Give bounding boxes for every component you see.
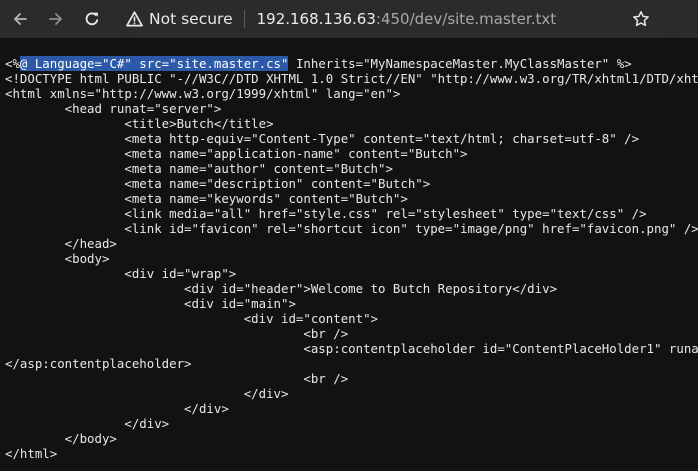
source-line: <!DOCTYPE html PUBLIC "-//W3C//DTD XHTML… (5, 71, 698, 86)
source-text: <%@ Language="C#" src="site.master.cs" I… (0, 38, 698, 461)
source-line: <div id="content"> (5, 311, 378, 326)
source-line: <title>Butch</title> (5, 116, 274, 131)
source-line: <head runat="server"> (5, 101, 222, 116)
source-line: <meta name="keywords" content="Butch"> (5, 191, 408, 206)
source-line: <br /> (5, 326, 349, 341)
source-line: <meta http-equiv="Content-Type" content=… (5, 131, 640, 146)
address-bar[interactable]: Not secure 192.168.136.63:450/dev/site.m… (116, 5, 684, 33)
selected-text: @ Language="C#" src="site.master.cs" (19, 56, 289, 71)
url-text[interactable]: 192.168.136.63:450/dev/site.master.txt (257, 10, 557, 28)
reload-icon (85, 12, 99, 26)
source-line: <body> (5, 251, 110, 266)
forward-button[interactable] (45, 8, 67, 30)
source-line: <div id="wrap"> (5, 266, 237, 281)
source-line: <link media="all" href="style.css" rel="… (5, 206, 647, 221)
divider (243, 10, 245, 28)
source-line: <meta name="author" content="Butch"> (5, 161, 393, 176)
arrow-left-icon (14, 13, 27, 25)
source-line: <meta name="application-name" content="B… (5, 146, 468, 161)
browser-toolbar: Not secure 192.168.136.63:450/dev/site.m… (0, 0, 698, 38)
source-line: </div> (5, 416, 170, 431)
source-line: <link id="favicon" rel="shortcut icon" t… (5, 221, 698, 236)
source-line: </body> (5, 431, 117, 446)
bookmark-button[interactable] (630, 8, 652, 30)
source-line: <% (5, 56, 20, 71)
reload-button[interactable] (81, 8, 103, 30)
source-line: <div id="main"> (5, 296, 296, 311)
source-line: </asp:contentplaceholder> (5, 356, 192, 371)
source-line: </html> (5, 446, 58, 461)
url-path: :450/dev/site.master.txt (375, 10, 557, 28)
source-line: </div> (5, 386, 289, 401)
source-line: <meta name="description" content="Butch"… (5, 176, 431, 191)
source-line: <div id="header">Welcome to Butch Reposi… (5, 281, 558, 296)
source-line: Inherits="MyNamespaceMaster.MyClassMaste… (288, 56, 632, 71)
security-status[interactable]: Not secure (149, 10, 233, 28)
source-line: </head> (5, 236, 117, 251)
source-line: <asp:contentplaceholder id="ContentPlace… (303, 341, 698, 356)
source-line: </div> (5, 401, 229, 416)
arrow-right-icon (49, 13, 62, 25)
url-host: 192.168.136.63 (256, 10, 376, 28)
star-icon (633, 11, 649, 27)
source-line: <br /> (5, 371, 349, 386)
page-content[interactable]: <%@ Language="C#" src="site.master.cs" I… (0, 38, 698, 471)
warning-icon[interactable] (125, 10, 143, 28)
source-line: <html xmlns="http://www.w3.org/1999/xhtm… (5, 86, 401, 101)
back-button[interactable] (9, 8, 31, 30)
